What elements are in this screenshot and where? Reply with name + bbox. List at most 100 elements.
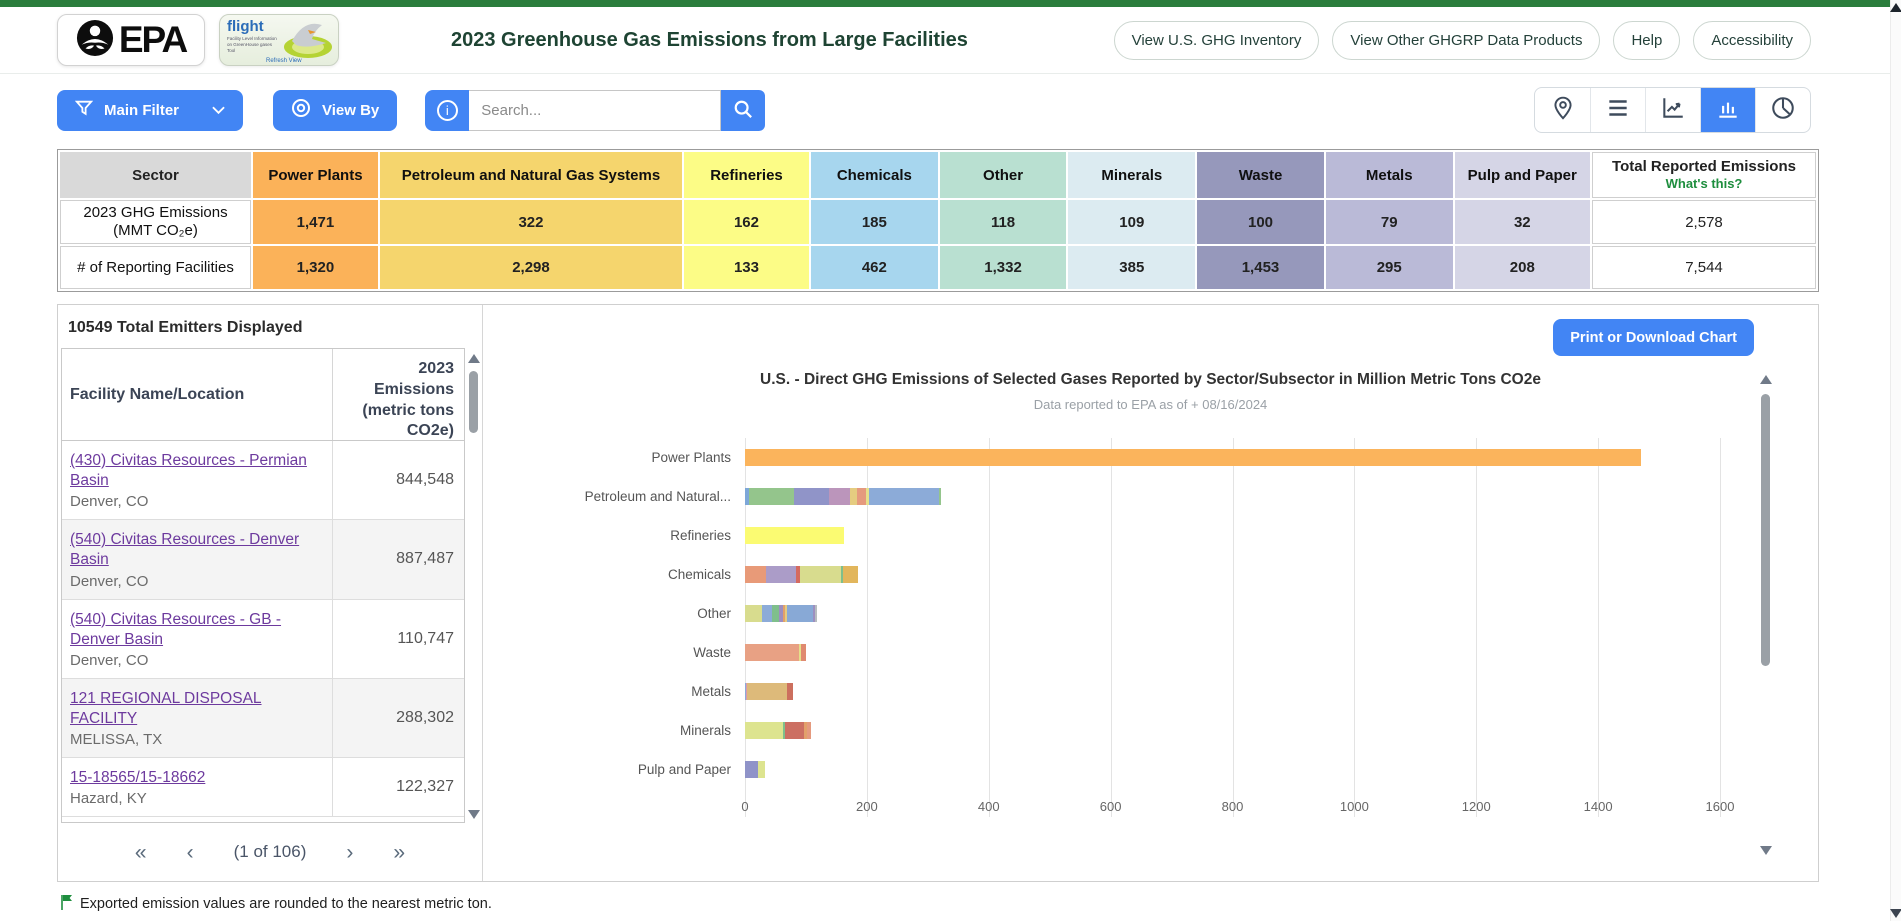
facility-link[interactable]: (430) Civitas Resources - Permian Basin (70, 452, 307, 489)
bar-segment[interactable] (758, 761, 764, 778)
main-filter-button[interactable]: Main Filter (57, 90, 243, 131)
facility-link[interactable]: (540) Civitas Resources - Denver Basin (70, 531, 299, 568)
chart-category-label: Power Plants (483, 438, 745, 477)
bar-segment[interactable] (869, 488, 939, 505)
chart-bar-row (745, 516, 1720, 555)
scroll-down-arrow-icon[interactable] (1760, 846, 1772, 855)
sector-column-header[interactable]: Minerals (1068, 152, 1195, 198)
axis-tick-label: 1000 (1340, 799, 1369, 814)
bar-segment[interactable] (800, 566, 841, 583)
pie-chart-view-button[interactable] (1755, 88, 1810, 132)
bar-segment[interactable] (745, 566, 766, 583)
chart-category-label: Other (483, 594, 745, 633)
bar-chart-view-button[interactable] (1700, 88, 1755, 132)
footnote: Exported emission values are rounded to … (60, 894, 1901, 914)
scroll-up-arrow-icon[interactable] (1890, 3, 1901, 12)
sector-value-cell: 32 (1455, 200, 1590, 244)
bar-segment[interactable] (772, 605, 779, 622)
last-page-button[interactable]: » (393, 842, 405, 863)
nav-button[interactable]: Help (1613, 21, 1680, 60)
sector-total-cell: 2,578 (1592, 200, 1816, 244)
line-chart-view-button[interactable] (1645, 88, 1700, 132)
sector-column-header[interactable]: Pulp and Paper (1455, 152, 1590, 198)
whats-this-link[interactable]: What's this? (1597, 176, 1811, 192)
sector-column-header[interactable]: Metals (1326, 152, 1453, 198)
search-input[interactable] (469, 90, 721, 131)
scroll-down-arrow-icon[interactable] (468, 810, 480, 819)
facility-row: 15-18565/15-18662Hazard, KY122,327 (62, 758, 464, 817)
bar-segment[interactable] (857, 488, 866, 505)
bar-segment[interactable] (745, 527, 844, 544)
nav-button[interactable]: View Other GHGRP Data Products (1332, 21, 1600, 60)
sector-column-header[interactable]: Waste (1197, 152, 1324, 198)
epa-logo[interactable]: EPA (57, 14, 205, 66)
search-info-button[interactable]: i (425, 90, 469, 131)
sector-column-header[interactable]: Petroleum and Natural Gas Systems (380, 152, 682, 198)
scroll-up-arrow-icon[interactable] (1760, 375, 1772, 384)
bar-segment[interactable] (766, 566, 795, 583)
nav-button[interactable]: Accessibility (1693, 21, 1811, 60)
flight-refresh-link[interactable]: Refresh View (266, 58, 302, 64)
bar-segment[interactable] (745, 605, 762, 622)
axis-tick-label: 1600 (1706, 799, 1735, 814)
facility-location: Denver, CO (70, 573, 324, 590)
scrollbar-thumb[interactable] (1761, 394, 1770, 666)
sector-column-header[interactable]: Other (940, 152, 1067, 198)
map-view-button[interactable] (1535, 88, 1590, 132)
scroll-up-arrow-icon[interactable] (468, 354, 480, 363)
flight-logo[interactable]: flight Facility Level Information on Gre… (219, 14, 339, 66)
facility-list-scrollbar[interactable] (465, 348, 482, 823)
nav-button[interactable]: View U.S. GHG Inventory (1114, 21, 1320, 60)
page-scrollbar[interactable] (1890, 0, 1901, 921)
bar-segment[interactable] (843, 566, 858, 583)
sector-column-header[interactable]: Power Plants (253, 152, 378, 198)
axis-tick-label: 200 (856, 799, 878, 814)
bar-segment[interactable] (745, 644, 799, 661)
search-button[interactable] (721, 90, 765, 131)
next-page-button[interactable]: › (346, 842, 353, 863)
chart-bar-row (745, 594, 1720, 633)
bar-segment[interactable] (939, 488, 941, 505)
sector-column-header[interactable]: Chemicals (811, 152, 938, 198)
bar-segment[interactable] (794, 488, 829, 505)
view-by-button[interactable]: View By (273, 90, 397, 131)
top-green-strip (0, 0, 1901, 7)
bar-segment[interactable] (807, 722, 811, 739)
bar-segment[interactable] (762, 605, 772, 622)
sector-value-cell: 100 (1197, 200, 1324, 244)
chart-bar (745, 644, 806, 661)
facility-link[interactable]: (540) Civitas Resources - GB - Denver Ba… (70, 611, 281, 648)
view-toggle-group (1534, 87, 1811, 133)
pie-chart-view-icon (1770, 95, 1796, 126)
chart-bar-row (745, 672, 1720, 711)
bar-segment[interactable] (745, 722, 783, 739)
bar-segment[interactable] (829, 488, 850, 505)
facility-name-column-header[interactable]: Facility Name/Location (62, 349, 332, 440)
bar-segment[interactable] (801, 644, 806, 661)
scrollbar-thumb[interactable] (469, 371, 478, 433)
bar-segment[interactable] (815, 605, 817, 622)
bar-segment[interactable] (850, 488, 857, 505)
list-view-button[interactable] (1590, 88, 1645, 132)
scroll-down-arrow-icon[interactable] (1890, 909, 1901, 918)
print-download-chart-button[interactable]: Print or Download Chart (1553, 319, 1754, 356)
facility-link[interactable]: 15-18565/15-18662 (70, 769, 205, 786)
sector-column-header[interactable]: Refineries (684, 152, 809, 198)
facility-link[interactable]: 121 REGIONAL DISPOSAL FACILITY (70, 690, 262, 727)
sector-value-cell: 133 (684, 246, 809, 289)
chart-x-axis: 02004006008001000120014001600 (745, 795, 1720, 817)
bar-segment[interactable] (785, 722, 803, 739)
chart-scrollbar[interactable] (1757, 375, 1774, 855)
facility-emissions-column-header[interactable]: 2023 Emissions (metric tons CO2e) (332, 349, 464, 440)
bar-chart: Power PlantsPetroleum and Natural...Refi… (483, 438, 1818, 817)
bar-segment[interactable] (745, 761, 758, 778)
bar-segment[interactable] (747, 683, 787, 700)
axis-tick-label: 800 (1222, 799, 1244, 814)
first-page-button[interactable]: « (135, 842, 147, 863)
bar-segment[interactable] (749, 488, 794, 505)
sector-value-cell: 1,471 (253, 200, 378, 244)
bar-segment[interactable] (745, 449, 1641, 466)
bar-segment[interactable] (787, 683, 793, 700)
bar-segment[interactable] (787, 605, 813, 622)
prev-page-button[interactable]: ‹ (187, 842, 194, 863)
